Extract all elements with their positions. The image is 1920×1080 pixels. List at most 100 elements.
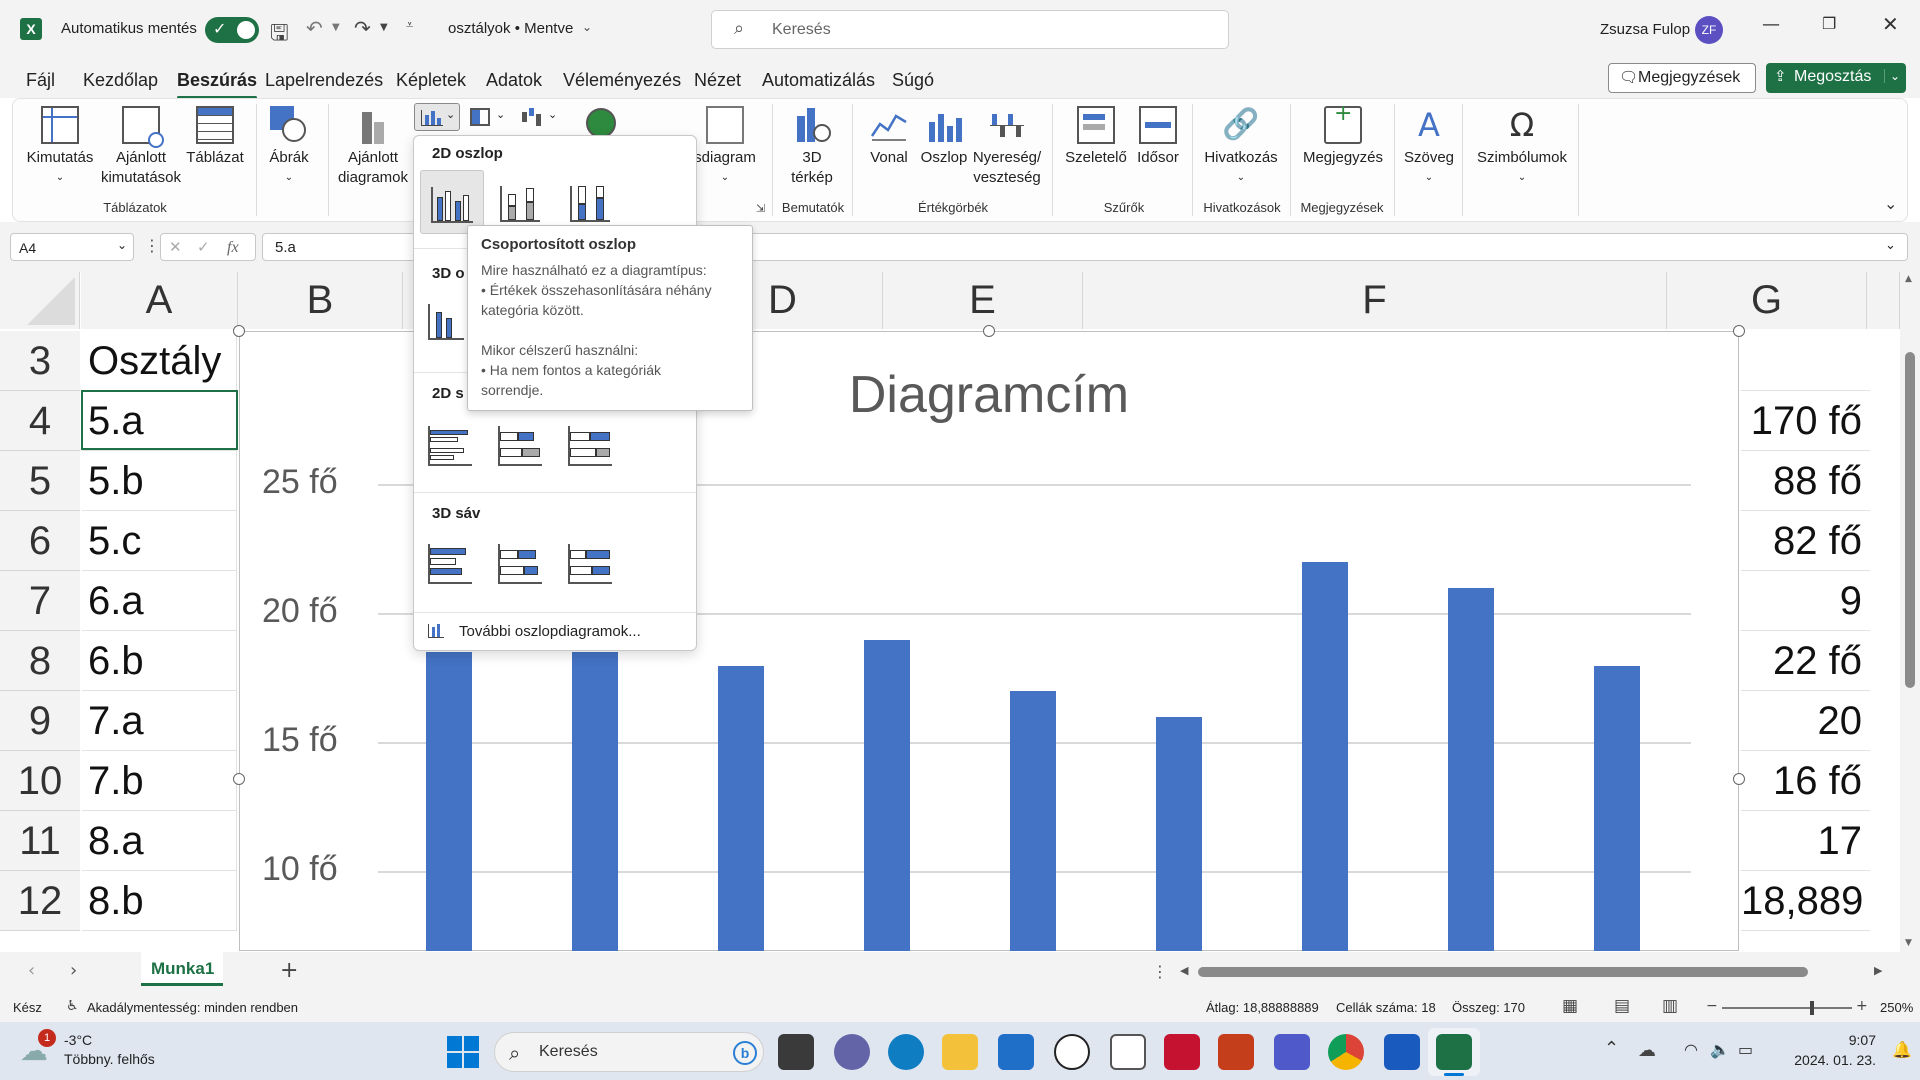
3d-clustered-bar-option[interactable] xyxy=(420,536,480,592)
cell-g[interactable]: 9 xyxy=(1741,571,1870,631)
accessibility-icon[interactable]: ♿ xyxy=(66,998,79,1014)
next-sheet-icon[interactable]: › xyxy=(70,960,77,981)
dell-icon[interactable] xyxy=(1054,1034,1090,1070)
hscroll-thumb[interactable] xyxy=(1198,967,1808,977)
zoom-in-icon[interactable]: + xyxy=(1856,998,1868,1014)
teams-chat-icon[interactable] xyxy=(834,1034,870,1070)
3d-clustered-column-option[interactable] xyxy=(424,296,468,348)
cell-g[interactable]: 17 xyxy=(1741,811,1870,871)
chart-bar[interactable] xyxy=(1156,717,1202,951)
cell-g[interactable] xyxy=(1741,331,1870,391)
column-header-a[interactable]: A xyxy=(81,272,238,329)
add-sheet-icon[interactable]: + xyxy=(280,958,298,983)
status-average[interactable]: Átlag: 18,88888889 xyxy=(1206,1000,1319,1015)
zoom-thumb[interactable] xyxy=(1810,1001,1814,1015)
volume-icon[interactable]: 🔈 xyxy=(1710,1040,1730,1059)
row-header[interactable]: 10 xyxy=(0,751,80,811)
text-button[interactable]: A Szöveg ⌄ xyxy=(1402,106,1456,188)
vertical-scrollbar[interactable]: ▲ ▼ xyxy=(1900,272,1920,952)
zoom-level[interactable]: 250% xyxy=(1880,1000,1913,1015)
enter-icon[interactable]: ✓ xyxy=(197,238,210,256)
search-box[interactable]: ⌕ Keresés xyxy=(711,10,1229,49)
3d-stacked-100-bar-option[interactable] xyxy=(560,536,620,592)
word-icon[interactable] xyxy=(1384,1034,1420,1070)
chart-bar[interactable] xyxy=(426,652,472,951)
chart-bar[interactable] xyxy=(1594,666,1640,951)
column-header-f[interactable]: F xyxy=(1083,272,1667,329)
weather-desc[interactable]: Többny. felhős xyxy=(64,1051,155,1067)
scroll-up-icon[interactable]: ▲ xyxy=(1905,274,1912,284)
cell-g[interactable]: 22 fő xyxy=(1741,631,1870,691)
column-header-g[interactable]: G xyxy=(1667,272,1867,329)
tab-insert[interactable]: Beszúrás xyxy=(177,70,258,99)
weather-temp[interactable]: -3°C xyxy=(64,1032,92,1048)
undo-dropdown-icon[interactable]: ▼ xyxy=(332,22,340,33)
tab-review[interactable]: Véleményezés xyxy=(563,70,681,91)
tab-view[interactable]: Nézet xyxy=(694,70,741,91)
task-view-icon[interactable] xyxy=(778,1034,814,1070)
teams-icon[interactable] xyxy=(1274,1034,1310,1070)
table-button[interactable]: Táblázat xyxy=(184,106,246,168)
cell-g[interactable]: 16 fő xyxy=(1741,751,1870,811)
resize-handle-top-right[interactable] xyxy=(1733,325,1745,337)
customize-toolbar-icon[interactable]: ⩡ xyxy=(406,18,413,33)
scroll-down-icon[interactable]: ▼ xyxy=(1905,938,1912,948)
notification-icon[interactable]: 🔔 xyxy=(1892,1040,1912,1059)
tray-chevron-icon[interactable]: ⌃ xyxy=(1604,1038,1619,1059)
insert-function-icon[interactable]: fx xyxy=(227,239,239,257)
sheet-options-icon[interactable]: ⋮ xyxy=(1152,962,1168,981)
sheet-tab-munka1[interactable]: Munka1 xyxy=(141,952,223,986)
restore-icon[interactable]: ❐ xyxy=(1822,14,1836,33)
document-icon[interactable] xyxy=(1110,1034,1146,1070)
cell-a[interactable]: 7.a xyxy=(82,691,237,751)
row-header[interactable]: 4 xyxy=(0,391,80,451)
slicer-button[interactable]: Szeletelő xyxy=(1062,106,1130,168)
row-header[interactable]: 7 xyxy=(0,571,80,631)
cell-a[interactable]: 5.c xyxy=(82,511,237,571)
expand-formula-icon[interactable]: ⌄ xyxy=(1885,238,1896,253)
pivot-chart-button[interactable]: sdiagram ⌄ xyxy=(690,106,760,188)
file-name[interactable]: osztályok • Mentve xyxy=(448,20,573,37)
cell-a[interactable]: 5.b xyxy=(82,451,237,511)
user-name[interactable]: Zsuzsa Fulop xyxy=(1600,21,1690,38)
comment-button[interactable]: + Megjegyzés xyxy=(1298,103,1388,168)
row-header[interactable]: 12 xyxy=(0,871,80,931)
mcafee-icon[interactable] xyxy=(1164,1034,1200,1070)
more-options-icon[interactable]: ⋮ xyxy=(144,236,160,255)
undo-icon[interactable]: ↶ xyxy=(306,16,323,40)
excel-taskbar-icon[interactable] xyxy=(1436,1034,1472,1070)
timeline-button[interactable]: Idősor xyxy=(1132,106,1184,168)
stacked-column-option[interactable] xyxy=(490,172,550,232)
cancel-icon[interactable]: ✕ xyxy=(169,238,182,256)
cell-g[interactable]: 18,889 fő xyxy=(1741,871,1870,931)
avatar[interactable]: ZF xyxy=(1695,16,1723,44)
row-header[interactable]: 3 xyxy=(0,331,80,391)
zoom-slider[interactable] xyxy=(1722,1001,1852,1015)
chart-bar[interactable] xyxy=(1010,691,1056,951)
cell-g[interactable]: 82 fő xyxy=(1741,511,1870,571)
cell-g[interactable]: 20 xyxy=(1741,691,1870,751)
column-chart-button[interactable]: ⌄ xyxy=(414,103,460,131)
windows-start-icon[interactable] xyxy=(447,1036,479,1068)
chart-bar[interactable] xyxy=(572,652,618,951)
powerpoint-icon[interactable] xyxy=(1218,1034,1254,1070)
ribbon-collapse-icon[interactable]: ⌄ xyxy=(1884,194,1897,213)
redo-icon[interactable]: ↷ xyxy=(354,16,371,40)
tab-data[interactable]: Adatok xyxy=(486,70,542,91)
column-header-h[interactable] xyxy=(1867,272,1900,329)
sparkline-column-button[interactable]: Oszlop xyxy=(916,106,972,168)
clock-time[interactable]: 9:07 xyxy=(1836,1032,1876,1048)
row-header[interactable]: 9 xyxy=(0,691,80,751)
clustered-bar-option[interactable] xyxy=(420,418,480,474)
chart-bar[interactable] xyxy=(718,666,764,951)
file-explorer-icon[interactable] xyxy=(942,1034,978,1070)
3d-map-button[interactable]: 3D térkép xyxy=(780,106,844,188)
normal-view-icon[interactable]: ▦ xyxy=(1562,996,1578,1016)
scroll-left-icon[interactable]: ◀ xyxy=(1180,964,1188,977)
status-sum[interactable]: Összeg: 170 xyxy=(1452,1000,1525,1015)
minimize-icon[interactable]: — xyxy=(1762,14,1780,35)
sparkline-line-button[interactable]: Vonal xyxy=(862,106,916,168)
tab-automate[interactable]: Automatizálás xyxy=(762,70,875,91)
chart-bar[interactable] xyxy=(1302,562,1348,951)
cell-g[interactable]: 88 fő xyxy=(1741,451,1870,511)
